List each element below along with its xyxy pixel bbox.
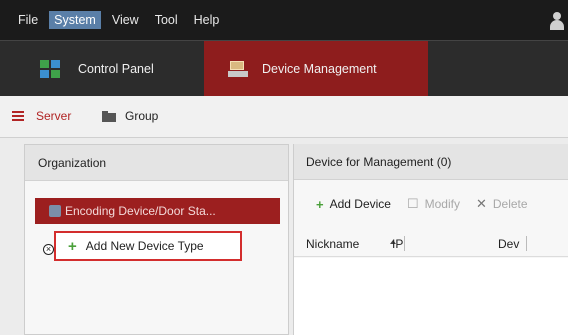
- column-nickname[interactable]: Nickname: [294, 237, 384, 251]
- menu-help[interactable]: Help: [189, 11, 225, 29]
- close-circle-icon[interactable]: ×: [43, 244, 54, 255]
- plus-icon: +: [68, 237, 77, 255]
- tab-server-label: Server: [36, 109, 72, 123]
- device-management-panel: Device for Management (0) + Add Device ☐…: [293, 144, 568, 335]
- column-ip[interactable]: IP: [384, 237, 494, 251]
- user-icon[interactable]: [550, 12, 564, 30]
- modify-label: Modify: [424, 197, 460, 211]
- device-table-body: [294, 258, 568, 335]
- device-icon: [228, 61, 248, 77]
- device-table-header: Nickname IP Dev: [294, 231, 568, 257]
- tab-group-label: Group: [125, 109, 159, 123]
- menu-file[interactable]: File: [13, 11, 43, 29]
- menu-system[interactable]: System: [49, 11, 101, 29]
- tab-server[interactable]: Server: [12, 109, 71, 123]
- tab-control-panel[interactable]: Control Panel: [40, 41, 154, 97]
- menu-tool[interactable]: Tool: [150, 11, 183, 29]
- sub-tab-bar: Server Group: [0, 96, 568, 138]
- organization-item-label: Encoding Device/Door Sta...: [65, 204, 216, 218]
- add-device-label: Add Device: [329, 197, 391, 211]
- menu-bar: File System View Tool Help: [0, 0, 568, 40]
- device-panel-title: Device for Management (0): [294, 144, 568, 180]
- menu-view[interactable]: View: [107, 11, 144, 29]
- device-toolbar: + Add Device ☐ Modify ✕ Delete: [294, 194, 568, 214]
- plus-icon: +: [316, 196, 324, 212]
- column-device-type[interactable]: Dev: [494, 237, 568, 251]
- organization-item-encoding[interactable]: Encoding Device/Door Sta...: [35, 198, 280, 224]
- folder-icon: [102, 110, 116, 122]
- delete-icon: ✕: [475, 196, 487, 211]
- add-new-device-type-button[interactable]: + Add New Device Type: [54, 231, 242, 261]
- module-bar: Control Panel Device Management: [0, 40, 568, 97]
- organization-panel: Organization Encoding Device/Door Sta...…: [24, 144, 289, 335]
- delete-label: Delete: [492, 197, 528, 211]
- edit-icon: ☐: [406, 196, 419, 211]
- delete-button[interactable]: ✕ Delete: [476, 196, 528, 212]
- add-device-button[interactable]: + Add Device: [316, 197, 391, 212]
- tab-group[interactable]: Group: [102, 109, 158, 123]
- server-list-icon: [12, 111, 24, 121]
- tab-control-panel-label: Control Panel: [78, 62, 154, 76]
- grid-icon: [40, 60, 60, 78]
- main-content: Organization Encoding Device/Door Sta...…: [0, 138, 568, 335]
- organization-title: Organization: [25, 145, 288, 181]
- modify-button[interactable]: ☐ Modify: [407, 196, 460, 212]
- add-new-device-type-label: Add New Device Type: [85, 239, 204, 253]
- tab-device-management-label: Device Management: [262, 62, 377, 76]
- tab-device-management[interactable]: Device Management: [204, 41, 428, 97]
- encoder-icon: [49, 205, 61, 217]
